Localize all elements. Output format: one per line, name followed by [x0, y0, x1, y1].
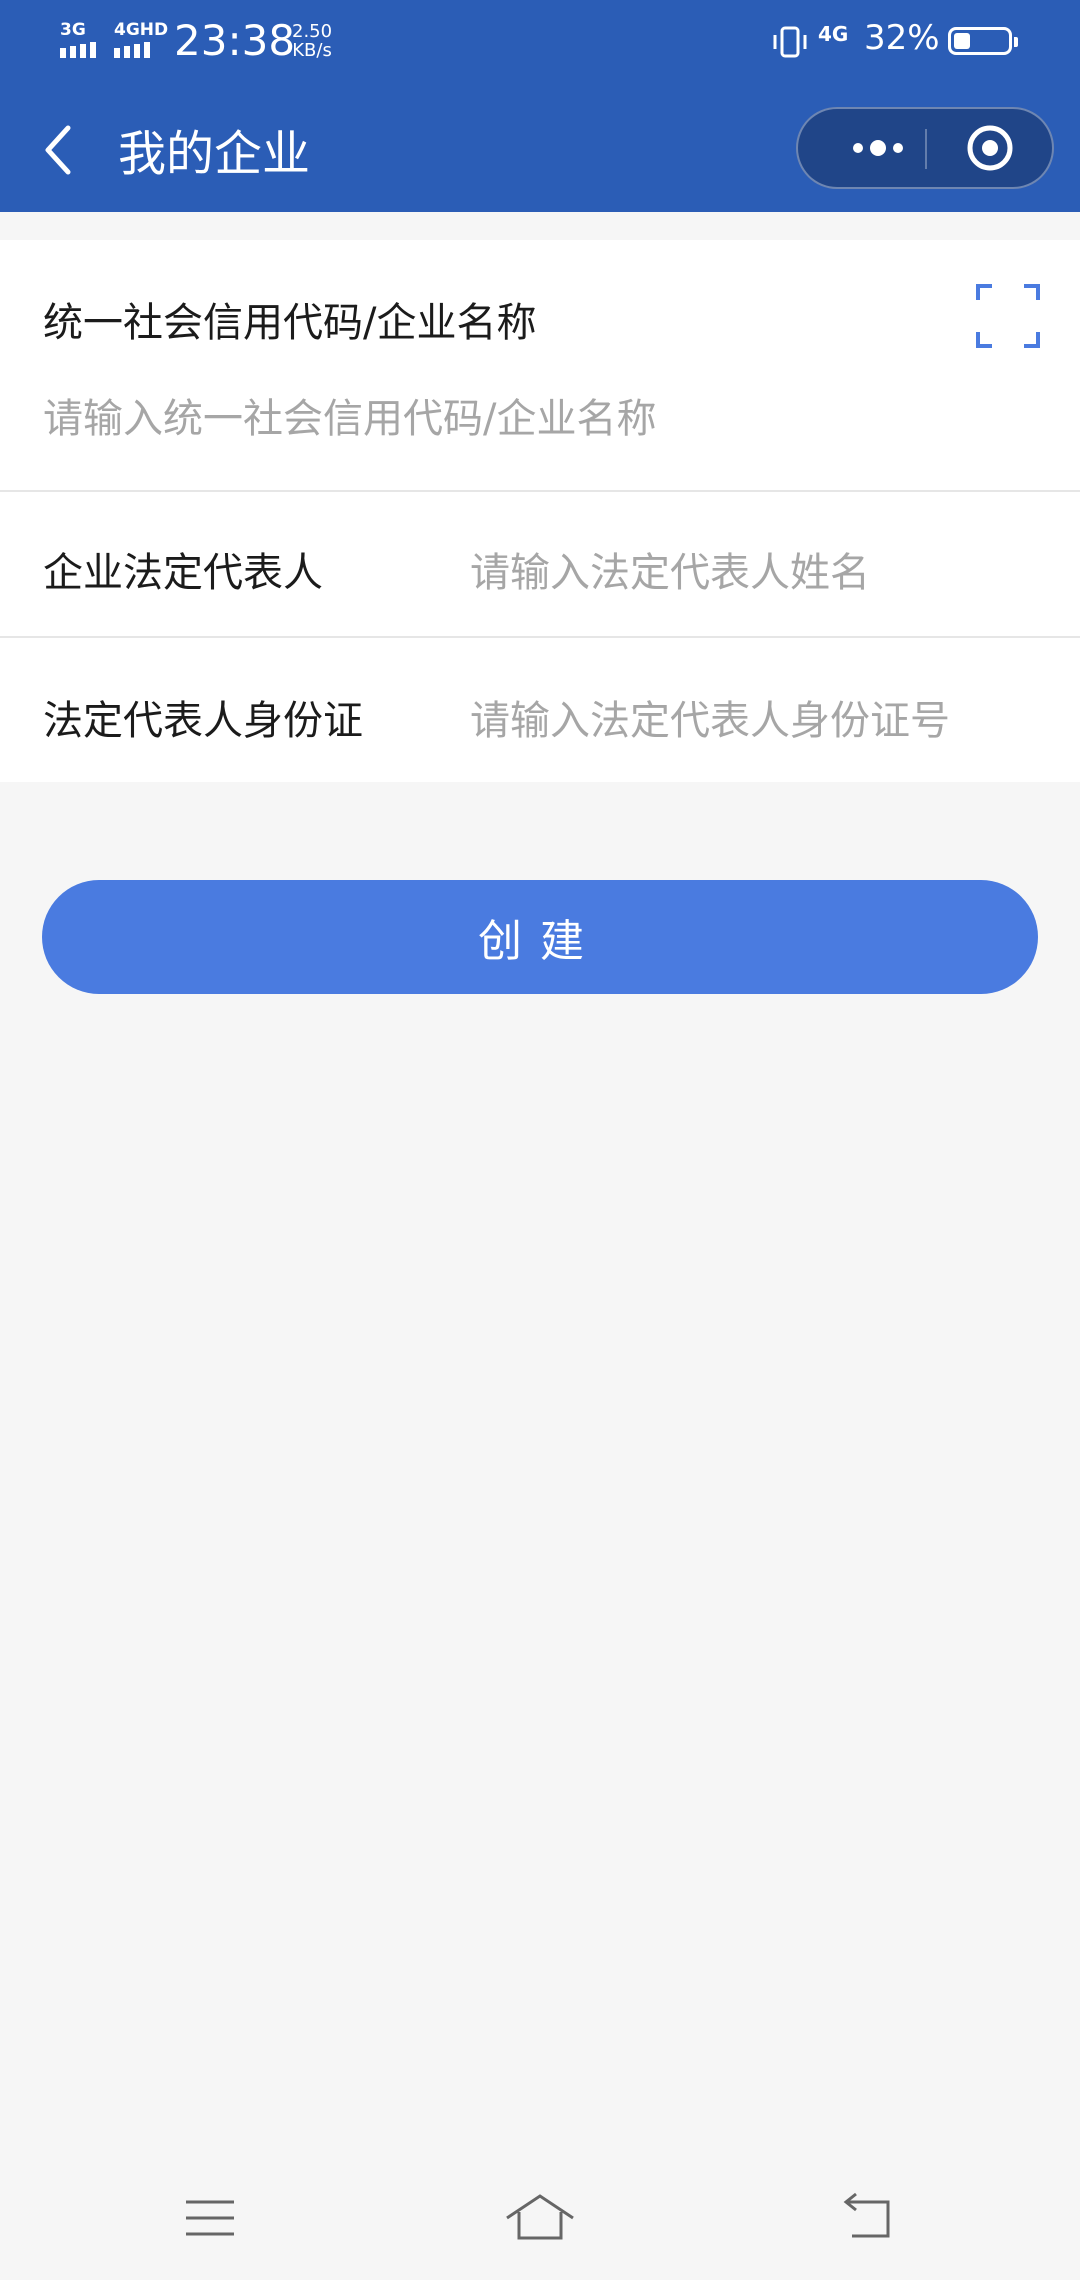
- top-bar: 3G 4GHD 23:38 2.50 KB/s 4G 32% 我的企业: [0, 0, 1080, 212]
- network-speed: 2.50 KB/s: [292, 22, 332, 60]
- status-bar: 3G 4GHD 23:38 2.50 KB/s 4G 32%: [0, 0, 1080, 84]
- page-title: 我的企业: [118, 126, 311, 182]
- code-input[interactable]: 请输入统一社会信用代码/企业名称: [43, 386, 656, 444]
- more-dots-icon[interactable]: [834, 109, 938, 187]
- capsule-divider: [925, 129, 927, 169]
- code-label: 统一社会信用代码/企业名称: [43, 300, 537, 346]
- system-nav-bar: [0, 2160, 1080, 2280]
- speed-unit: KB/s: [292, 40, 332, 61]
- legal-rep-input[interactable]: 请输入法定代表人姓名: [470, 540, 870, 598]
- create-button[interactable]: 创建: [42, 880, 1038, 994]
- sim1-label: 3G: [60, 20, 86, 40]
- id-row: 法定代表人身份证 请输入法定代表人身份证号: [0, 638, 1080, 782]
- menu-icon[interactable]: [180, 2188, 240, 2248]
- id-label: 法定代表人身份证: [43, 698, 363, 744]
- network-type: 4G: [818, 22, 849, 46]
- battery-percent: 32%: [864, 18, 940, 58]
- speed-value: 2.50: [292, 21, 333, 42]
- signal-bars-icon: [60, 42, 96, 58]
- battery-icon: [948, 27, 1018, 55]
- clock: 23:38: [174, 16, 296, 65]
- target-circle-icon[interactable]: [950, 109, 1050, 187]
- back-arrow-icon[interactable]: [840, 2188, 900, 2248]
- legal-rep-row: 企业法定代表人 请输入法定代表人姓名: [0, 492, 1080, 636]
- vibrate-icon: [773, 26, 807, 58]
- legal-rep-label: 企业法定代表人: [43, 550, 323, 596]
- scan-frame-icon[interactable]: [976, 284, 1040, 348]
- code-field-card: 统一社会信用代码/企业名称 请输入统一社会信用代码/企业名称: [0, 240, 1080, 490]
- id-input[interactable]: 请输入法定代表人身份证号: [470, 688, 950, 746]
- mini-program-capsule: [796, 107, 1054, 189]
- home-icon[interactable]: [505, 2188, 575, 2248]
- sim2-label: 4GHD: [114, 20, 169, 40]
- chevron-left-icon[interactable]: [40, 120, 80, 180]
- signal-bars-icon: [114, 42, 150, 58]
